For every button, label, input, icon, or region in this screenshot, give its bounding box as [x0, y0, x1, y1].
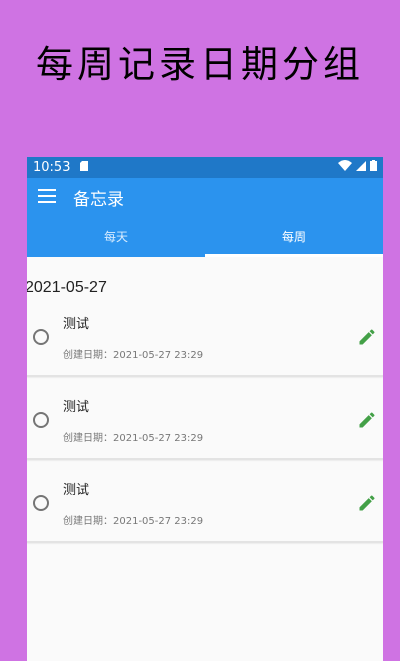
status-time: 10:53 — [33, 160, 71, 175]
list-item[interactable]: 测试 创建日期：2021-05-27 23:29 — [27, 465, 383, 543]
group-date-header: 2021-05-27 — [27, 279, 107, 296]
menu-icon — [38, 188, 56, 207]
tab-bar: 每天 每周 — [27, 216, 383, 257]
signal-icon — [356, 160, 366, 175]
item-title: 测试 — [63, 483, 90, 498]
app-bar: 备忘录 — [27, 178, 383, 216]
list-item[interactable]: 测试 创建日期：2021-05-27 23:29 — [27, 382, 383, 460]
item-created-date: 创建日期：2021-05-27 23:29 — [63, 350, 204, 361]
edit-icon[interactable] — [357, 327, 377, 347]
phone-screen: 10:53 备忘录 每天 每周 2021-05-27 测试 创建日期：2021-… — [27, 157, 383, 661]
item-created-date: 创建日期：2021-05-27 23:29 — [63, 516, 204, 527]
tab-weekly[interactable]: 每周 — [205, 216, 383, 257]
menu-button[interactable] — [27, 178, 67, 216]
banner-title: 每周记录日期分组 — [36, 43, 364, 86]
battery-icon — [370, 160, 377, 175]
item-title: 测试 — [63, 400, 90, 415]
list-item[interactable]: 测试 创建日期：2021-05-27 23:29 — [27, 299, 383, 377]
memo-list: 测试 创建日期：2021-05-27 23:29 测试 创建日期：2021-05… — [27, 299, 383, 543]
sd-card-icon — [80, 160, 89, 175]
app-title: 备忘录 — [73, 189, 124, 210]
complete-radio[interactable] — [33, 329, 49, 345]
item-title: 测试 — [63, 317, 90, 332]
wifi-icon — [338, 160, 352, 175]
edit-icon[interactable] — [357, 493, 377, 513]
complete-radio[interactable] — [33, 495, 49, 511]
edit-icon[interactable] — [357, 410, 377, 430]
status-bar: 10:53 — [27, 157, 383, 178]
tab-daily[interactable]: 每天 — [27, 216, 205, 257]
item-created-date: 创建日期：2021-05-27 23:29 — [63, 433, 204, 444]
complete-radio[interactable] — [33, 412, 49, 428]
